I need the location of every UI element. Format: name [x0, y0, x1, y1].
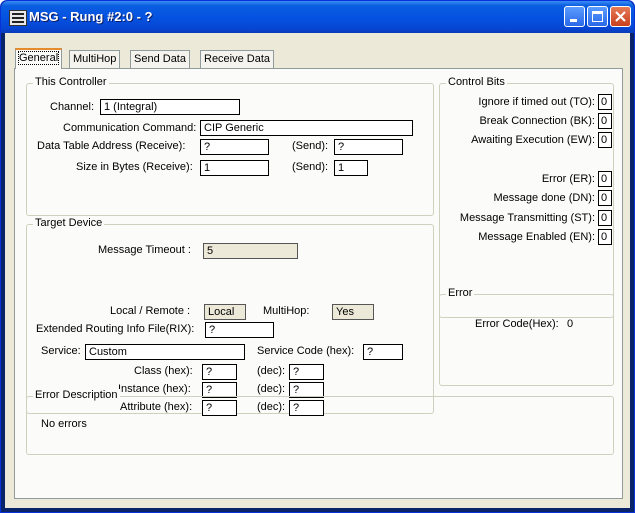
tab-label: MultiHop	[73, 53, 117, 65]
control-bit-er-field[interactable]: 0	[598, 171, 612, 187]
maximize-button[interactable]	[587, 6, 608, 27]
close-icon	[615, 11, 626, 22]
instance-hex-label: Instance (hex):	[118, 383, 191, 395]
instance-dec-label: (dec):	[257, 383, 286, 395]
msg-window: MSG - Rung #2:0 - ? General MultiHop Sen…	[0, 0, 635, 513]
service-label: Service:	[41, 345, 81, 357]
group-legend: This Controller	[33, 76, 109, 88]
control-bit-label: Ignore if timed out (TO):	[478, 96, 595, 108]
app-icon	[9, 10, 27, 26]
data-table-receive-field[interactable]: ?	[200, 139, 269, 155]
this-controller-group: This Controller Channel: 1 (Integral) Co…	[26, 76, 434, 216]
control-bit-label: Break Connection (BK):	[479, 115, 595, 127]
message-timeout-label: Message Timeout :	[98, 244, 191, 256]
local-remote-label: Local / Remote :	[110, 305, 191, 317]
tab-label: General	[17, 51, 60, 65]
control-bit-label: Awaiting Execution (EW):	[471, 134, 595, 146]
size-receive-field[interactable]: 1	[200, 160, 269, 176]
local-remote-field[interactable]: Local	[204, 304, 246, 320]
error-group: Error Error Code(Hex): 0	[439, 287, 614, 386]
control-bit-ew-field[interactable]: 0	[598, 132, 612, 148]
control-bit-bk-field[interactable]: 0	[598, 113, 612, 129]
tab-general[interactable]: General	[15, 48, 63, 69]
minimize-icon	[570, 19, 577, 22]
tab-multihop[interactable]: MultiHop	[69, 50, 121, 68]
control-bit-st-field[interactable]: 0	[598, 210, 612, 226]
size-bytes-label: Size in Bytes (Receive):	[76, 161, 193, 173]
class-hex-field[interactable]: ?	[202, 364, 237, 380]
group-legend: Control Bits	[446, 76, 507, 88]
message-timeout-field[interactable]: 5	[203, 243, 298, 259]
tab-label: Receive Data	[204, 53, 271, 65]
channel-field[interactable]: 1 (Integral)	[100, 99, 240, 115]
close-button[interactable]	[610, 6, 631, 27]
control-bit-dn-field[interactable]: 0	[598, 190, 612, 206]
window-client: General MultiHop Send Data Receive Data …	[5, 33, 630, 508]
service-field[interactable]: Custom	[85, 344, 245, 360]
control-bit-en-field[interactable]: 0	[598, 229, 612, 245]
rix-field[interactable]: ?	[205, 322, 274, 338]
error-description-group: Error Description No errors	[26, 389, 614, 455]
group-legend: Error	[446, 287, 475, 299]
group-legend: Error Description	[33, 389, 120, 401]
multihop-field[interactable]: Yes	[332, 304, 374, 320]
comm-command-label: Communication Command:	[63, 122, 197, 134]
size-send-field[interactable]: 1	[334, 160, 368, 176]
control-bit-label: Message Enabled (EN):	[478, 231, 595, 243]
error-code-value: 0	[567, 318, 574, 330]
service-code-field[interactable]: ?	[363, 344, 403, 360]
size-send-label: (Send):	[292, 161, 329, 173]
maximize-icon	[592, 11, 603, 22]
target-device-group: Target Device Message Timeout : 5 Local …	[26, 217, 434, 416]
tab-label: Send Data	[134, 53, 186, 65]
title-bar[interactable]: MSG - Rung #2:0 - ?	[1, 1, 634, 33]
error-description-text: No errors	[41, 418, 87, 430]
control-bit-label: Message done (DN):	[493, 192, 596, 204]
control-bit-to-field[interactable]: 0	[598, 94, 612, 110]
data-table-address-label: Data Table Address (Receive):	[37, 140, 186, 152]
control-bit-label: Error (ER):	[541, 173, 595, 185]
class-hex-label: Class (hex):	[134, 365, 193, 377]
error-code-label: Error Code(Hex):	[475, 318, 559, 330]
multihop-label: MultiHop:	[263, 305, 310, 317]
general-tab-panel: This Controller Channel: 1 (Integral) Co…	[14, 68, 623, 499]
comm-command-field[interactable]: CIP Generic	[200, 120, 413, 136]
class-dec-field[interactable]: ?	[289, 364, 324, 380]
control-bits-group: Control Bits Ignore if timed out (TO): 0…	[439, 76, 614, 318]
service-code-label: Service Code (hex):	[257, 345, 355, 357]
channel-label: Channel:	[50, 101, 95, 113]
minimize-button[interactable]	[564, 6, 585, 27]
window-title: MSG - Rung #2:0 - ?	[29, 9, 153, 24]
tab-send-data[interactable]: Send Data	[130, 50, 190, 68]
group-legend: Target Device	[33, 217, 105, 229]
class-dec-label: (dec):	[257, 365, 286, 377]
tab-receive-data[interactable]: Receive Data	[200, 50, 275, 68]
data-table-send-field[interactable]: ?	[334, 139, 403, 155]
control-bit-label: Message Transmitting (ST):	[459, 212, 595, 224]
dta-send-label: (Send):	[292, 140, 329, 152]
rix-label: Extended Routing Info File(RIX):	[36, 323, 195, 335]
